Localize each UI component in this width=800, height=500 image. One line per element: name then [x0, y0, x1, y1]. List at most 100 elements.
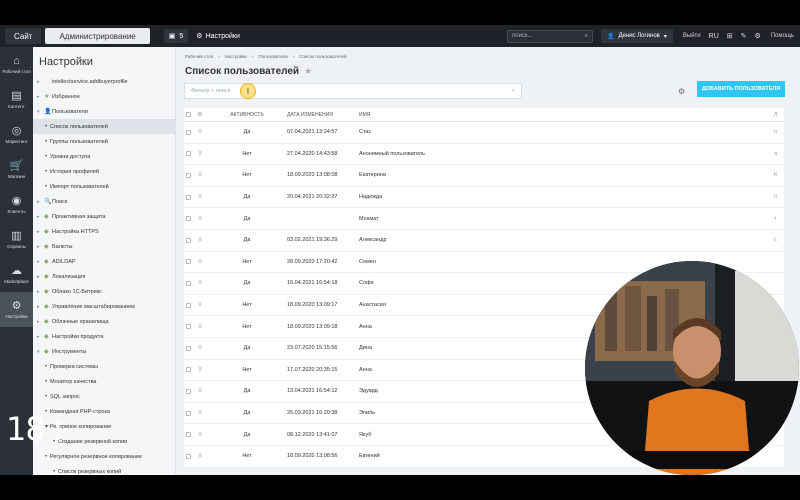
rail-item-marketplace[interactable]: ☁ Marketplace — [0, 257, 33, 292]
row-menu-icon[interactable]: ≡ — [193, 237, 207, 243]
tree-item[interactable]: • Список пользователей — [33, 119, 175, 134]
top-search-input[interactable]: поиск... ⌕ — [507, 29, 593, 43]
tree-item[interactable]: ▸ ◆ Локализация — [33, 269, 175, 284]
tree-item[interactable]: ▸ ◆ Настройки продукта — [33, 329, 175, 344]
rail-item-services[interactable]: ▥ Сервисы — [0, 222, 33, 257]
row-menu-icon[interactable]: ≡ — [193, 432, 207, 438]
help-link[interactable]: Помощь — [771, 33, 794, 39]
add-user-button[interactable]: ДОБАВИТЬ ПОЛЬЗОВАТЕЛЯ — [697, 81, 785, 97]
header-login[interactable]: Л — [774, 112, 784, 118]
tree-item[interactable]: • Регулярное резервное копирование — [33, 449, 175, 464]
tree-item[interactable]: • Монитор качества — [33, 374, 175, 389]
settings-small-icon[interactable]: ⚙ — [755, 32, 761, 40]
chevron-right-icon[interactable]: ▸ — [37, 79, 44, 85]
header-date[interactable]: ДАТА ИЗМЕНЕНИЯ — [287, 112, 359, 118]
tree-item[interactable]: • SQL запрос — [33, 389, 175, 404]
chevron-right-icon[interactable]: ▸ — [37, 319, 44, 325]
tree-item[interactable]: ▸ ◆ Проактивная защита — [33, 209, 175, 224]
row-menu-icon[interactable]: ≡ — [193, 259, 207, 265]
chevron-down-icon[interactable]: ▾ — [37, 349, 44, 355]
grid-icon[interactable]: ⊞ — [727, 32, 733, 40]
chevron-right-icon[interactable]: ▸ — [37, 229, 44, 235]
tree-item[interactable]: • Группы пользователей — [33, 134, 175, 149]
breadcrumb-item[interactable]: Пользователи — [258, 54, 287, 59]
chevron-right-icon[interactable]: ▸ — [37, 289, 44, 295]
row-menu-icon[interactable]: ≡ — [193, 410, 207, 416]
chevron-right-icon[interactable]: ▸ — [37, 214, 44, 220]
tree-item[interactable]: ▸ 🔍 Поиск — [33, 194, 175, 209]
chevron-right-icon[interactable]: ▸ — [37, 304, 44, 310]
row-menu-icon[interactable]: ≡ — [193, 194, 207, 200]
row-checkbox[interactable] — [184, 410, 193, 416]
rail-item-store[interactable]: 🛒 Магазин — [0, 152, 33, 187]
header-name[interactable]: ИМЯ — [359, 112, 774, 118]
chevron-right-icon[interactable]: ▸ — [37, 334, 44, 340]
rail-item-home[interactable]: ⌂ Рабочий стол — [0, 47, 33, 82]
tree-item[interactable]: ▸ ◆ Облако 1С-Битрикс — [33, 284, 175, 299]
tree-item[interactable]: ▸ ★ Избранное — [33, 89, 175, 104]
table-row[interactable]: ≡ Да 03.02.2021 19:36:29 Александр с — [184, 230, 784, 252]
row-menu-icon[interactable]: ≡ — [193, 151, 207, 157]
list-settings-icon[interactable]: ⚙ — [678, 87, 685, 96]
table-row[interactable]: ≡ Да 07.04.2021 13:24:57 Стас п — [184, 122, 784, 144]
table-row[interactable]: ≡ Да Мохмат т — [184, 208, 784, 230]
header-active[interactable]: АКТИВНОСТЬ — [207, 112, 287, 118]
tree-item[interactable]: ▸ ◆ Управление масштабированием — [33, 299, 175, 314]
tree-item[interactable]: • История профилей — [33, 164, 175, 179]
logout-link[interactable]: Выйти — [683, 33, 701, 39]
row-menu-icon[interactable]: ≡ — [193, 345, 207, 351]
row-checkbox[interactable] — [184, 237, 193, 243]
row-checkbox[interactable] — [184, 324, 193, 330]
row-checkbox[interactable] — [184, 345, 193, 351]
header-settings-icon[interactable]: ⚙ — [193, 111, 207, 118]
notifications-button[interactable]: ▣ 5 — [163, 29, 189, 43]
filter-search-input[interactable]: Фильтр + поиск ⌕ — [184, 83, 522, 99]
language-selector[interactable]: RU — [709, 33, 719, 40]
chevron-right-icon[interactable]: ▸ — [37, 94, 44, 100]
row-checkbox[interactable] — [184, 216, 193, 222]
row-menu-icon[interactable]: ≡ — [193, 388, 207, 394]
tree-item[interactable]: ▾ 👤 Пользователи — [33, 104, 175, 119]
table-row[interactable]: ≡ Нет 27.04.2020 14:43:58 Анонимный пользов… — [184, 144, 784, 166]
chevron-right-icon[interactable]: ▸ — [37, 274, 44, 280]
breadcrumb-item[interactable]: Настройки — [225, 54, 247, 59]
rail-item-clients[interactable]: ◉ Клиенты — [0, 187, 33, 222]
row-menu-icon[interactable]: ≡ — [193, 453, 207, 459]
row-menu-icon[interactable]: ≡ — [193, 324, 207, 330]
tree-item[interactable]: • Импорт пользователей — [33, 179, 175, 194]
row-menu-icon[interactable]: ≡ — [193, 302, 207, 308]
chevron-down-icon[interactable]: ▾ — [37, 109, 44, 115]
tree-item[interactable]: • Список резервных копий — [33, 464, 175, 475]
tree-item[interactable]: • Уровни доступа — [33, 149, 175, 164]
row-checkbox[interactable] — [184, 151, 193, 157]
row-menu-icon[interactable]: ≡ — [193, 367, 207, 373]
site-tab[interactable]: Сайт — [5, 28, 42, 44]
row-checkbox[interactable] — [184, 259, 193, 265]
row-menu-icon[interactable]: ≡ — [193, 129, 207, 135]
tree-item[interactable]: ▸ ◆ Облачные хранилища — [33, 314, 175, 329]
row-menu-icon[interactable]: ≡ — [193, 216, 207, 222]
pin-icon[interactable]: ✎ — [741, 32, 747, 40]
user-menu[interactable]: 👤 Денис Логинов ▾ — [601, 29, 673, 43]
tree-item[interactable]: ▸ ◆ Валюты — [33, 239, 175, 254]
star-icon[interactable]: ★ — [304, 66, 312, 77]
chevron-right-icon[interactable]: ▸ — [37, 244, 44, 250]
table-row[interactable]: ≡ Да 20.04.2021 20:32:27 Надежда н — [184, 187, 784, 209]
breadcrumb-item[interactable]: Рабочий стол — [185, 54, 213, 59]
row-menu-icon[interactable]: ≡ — [193, 280, 207, 286]
tree-item[interactable]: ▸ intellectservice.addbuyerprofile — [33, 74, 175, 89]
breadcrumb-item[interactable]: Список пользователей — [299, 54, 346, 59]
select-all-checkbox[interactable] — [184, 112, 193, 117]
chevron-right-icon[interactable]: ▸ — [37, 199, 44, 205]
rail-item-settings[interactable]: ⚙ Настройки — [0, 292, 33, 327]
tree-item[interactable]: ▾ ◆ Инструменты — [33, 344, 175, 359]
row-checkbox[interactable] — [184, 432, 193, 438]
chevron-right-icon[interactable]: ▸ — [37, 259, 44, 265]
rail-item-content[interactable]: ▤ Контент — [0, 82, 33, 117]
table-row[interactable]: ≡ Нет 18.09.2020 13:08:08 Екатерина К — [184, 165, 784, 187]
row-checkbox[interactable] — [184, 280, 193, 286]
row-menu-icon[interactable]: ≡ — [193, 172, 207, 178]
tree-item[interactable]: ▸ ◆ Настройка HTTPS — [33, 224, 175, 239]
row-checkbox[interactable] — [184, 129, 193, 135]
admin-tab[interactable]: Администрирование — [45, 28, 150, 44]
